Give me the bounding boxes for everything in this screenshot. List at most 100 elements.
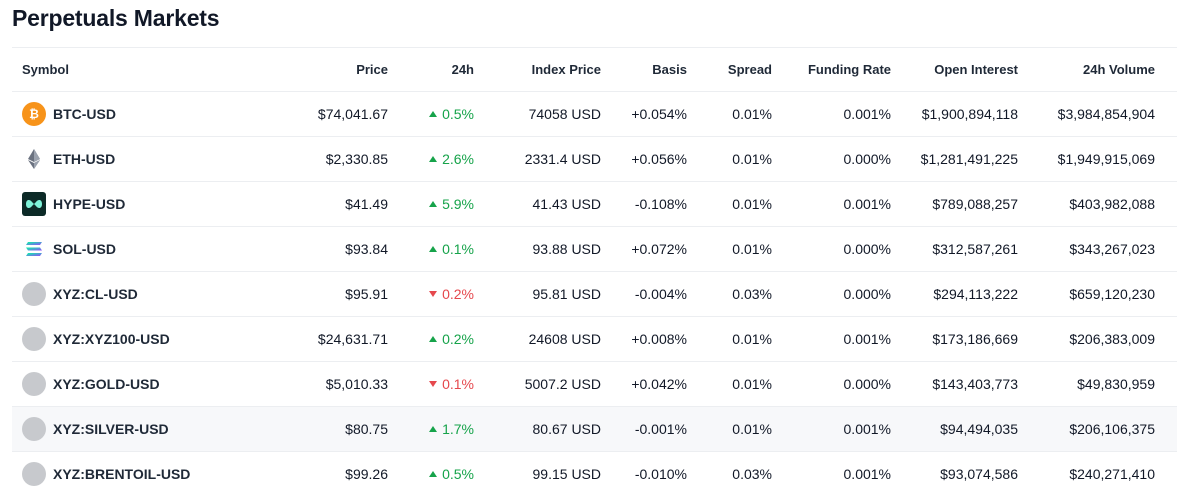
triangle-up-icon	[429, 336, 438, 342]
table-row[interactable]: XYZ:XYZ100-USD $24,631.71 0.2% 24608 USD +0.…	[12, 317, 1177, 362]
column-header-open-interest[interactable]: Open Interest	[891, 62, 1018, 77]
table-row[interactable]: XYZ:CL-USD $95.91 0.2% 95.81 USD -0.004% 0.03…	[12, 272, 1177, 317]
index-price-cell: 93.88 USD	[532, 241, 601, 257]
change-value: 1.7%	[442, 421, 474, 437]
placeholder-coin-icon	[22, 417, 46, 441]
index-price-cell: 5007.2 USD	[524, 376, 601, 392]
symbol-cell[interactable]: SOL-USD	[12, 237, 202, 261]
basis-cell: +0.054%	[631, 106, 687, 122]
placeholder-coin-icon	[22, 372, 46, 396]
change-cell: 0.1%	[388, 241, 474, 257]
triangle-down-icon	[429, 291, 438, 297]
table-row[interactable]: SOL-USD $93.84 0.1% 93.88 USD +0.072% 0.01% 0.…	[12, 227, 1177, 272]
column-header-funding-rate[interactable]: Funding Rate	[772, 62, 891, 77]
symbol-cell[interactable]: XYZ:XYZ100-USD	[12, 327, 202, 351]
funding-rate-cell: 0.001%	[843, 331, 891, 347]
funding-rate-cell: 0.000%	[843, 286, 891, 302]
spread-cell: 0.01%	[732, 151, 772, 167]
column-header-basis[interactable]: Basis	[601, 62, 687, 77]
symbol-cell[interactable]: ETH-USD	[12, 147, 202, 171]
price-cell: $93.84	[345, 241, 388, 257]
spread-cell: 0.03%	[732, 286, 772, 302]
open-interest-cell: $173,186,669	[932, 331, 1018, 347]
placeholder-coin-icon	[22, 462, 46, 486]
funding-rate-cell: 0.000%	[843, 376, 891, 392]
spread-cell: 0.01%	[732, 331, 772, 347]
volume-cell: $240,271,410	[1069, 466, 1155, 482]
price-cell: $80.75	[345, 421, 388, 437]
funding-rate-cell: 0.001%	[843, 106, 891, 122]
hyperliquid-icon	[22, 192, 46, 216]
symbol-label: HYPE-USD	[53, 196, 126, 212]
page-title: Perpetuals Markets	[12, 5, 220, 31]
change-cell: 0.2%	[388, 331, 474, 347]
funding-rate-cell: 0.000%	[843, 151, 891, 167]
column-header-spread[interactable]: Spread	[687, 62, 772, 77]
column-header-24h[interactable]: 24h	[388, 62, 474, 77]
symbol-cell[interactable]: XYZ:CL-USD	[12, 282, 202, 306]
volume-cell: $1,949,915,069	[1057, 151, 1155, 167]
triangle-up-icon	[429, 471, 438, 477]
index-price-cell: 99.15 USD	[532, 466, 601, 482]
funding-rate-cell: 0.001%	[843, 196, 891, 212]
triangle-up-icon	[429, 246, 438, 252]
change-cell: 0.1%	[388, 376, 474, 392]
symbol-label: XYZ:SILVER-USD	[53, 421, 169, 437]
table-row[interactable]: ₿ BTC-USD $74,041.67 0.5% 74058 USD +0.054% 0.…	[12, 92, 1177, 137]
spread-cell: 0.01%	[732, 106, 772, 122]
spread-cell: 0.01%	[732, 196, 772, 212]
open-interest-cell: $789,088,257	[932, 196, 1018, 212]
table-row[interactable]: XYZ:BRENTOIL-USD $99.26 0.5% 99.15 USD -0.01…	[12, 452, 1177, 493]
change-value: 0.2%	[442, 286, 474, 302]
triangle-up-icon	[429, 111, 438, 117]
bitcoin-icon: ₿	[22, 102, 46, 126]
symbol-cell[interactable]: XYZ:BRENTOIL-USD	[12, 462, 202, 486]
markets-table: Symbol Price 24h Index Price Basis Sprea…	[12, 47, 1177, 493]
placeholder-coin-icon	[22, 282, 46, 306]
symbol-label: SOL-USD	[53, 241, 116, 257]
ethereum-icon	[22, 147, 46, 171]
volume-cell: $659,120,230	[1069, 286, 1155, 302]
table-row[interactable]: XYZ:GOLD-USD $5,010.33 0.1% 5007.2 USD +0.04…	[12, 362, 1177, 407]
symbol-cell[interactable]: XYZ:SILVER-USD	[12, 417, 202, 441]
symbol-label: XYZ:CL-USD	[53, 286, 138, 302]
open-interest-cell: $1,281,491,225	[920, 151, 1018, 167]
volume-cell: $206,383,009	[1069, 331, 1155, 347]
symbol-label: XYZ:GOLD-USD	[53, 376, 160, 392]
column-header-price[interactable]: Price	[202, 62, 388, 77]
table-row[interactable]: HYPE-USD $41.49 5.9% 41.43 USD -0.108% 0.01% 0…	[12, 182, 1177, 227]
index-price-cell: 74058 USD	[528, 106, 601, 122]
volume-cell: $3,984,854,904	[1057, 106, 1155, 122]
basis-cell: -0.010%	[634, 466, 687, 482]
column-header-index-price[interactable]: Index Price	[474, 62, 601, 77]
symbol-cell[interactable]: HYPE-USD	[12, 192, 202, 216]
placeholder-coin-icon	[22, 327, 46, 351]
svg-text:₿: ₿	[29, 107, 39, 121]
change-cell: 0.5%	[388, 106, 474, 122]
index-price-cell: 80.67 USD	[532, 421, 601, 437]
funding-rate-cell: 0.001%	[843, 421, 891, 437]
table-row[interactable]: XYZ:SILVER-USD $80.75 1.7% 80.67 USD -0.001%…	[12, 407, 1177, 452]
change-cell: 2.6%	[388, 151, 474, 167]
spread-cell: 0.01%	[732, 241, 772, 257]
column-header-24h-volume[interactable]: 24h Volume	[1018, 62, 1155, 77]
basis-cell: -0.004%	[634, 286, 687, 302]
symbol-label: ETH-USD	[53, 151, 116, 167]
index-price-cell: 24608 USD	[528, 331, 601, 347]
price-cell: $41.49	[345, 196, 388, 212]
change-value: 0.2%	[442, 331, 474, 347]
price-cell: $95.91	[345, 286, 388, 302]
basis-cell: -0.108%	[634, 196, 687, 212]
basis-cell: +0.042%	[631, 376, 687, 392]
symbol-cell[interactable]: ₿ BTC-USD	[12, 102, 202, 126]
change-cell: 0.2%	[388, 286, 474, 302]
column-header-symbol[interactable]: Symbol	[12, 62, 202, 77]
change-cell: 0.5%	[388, 466, 474, 482]
symbol-cell[interactable]: XYZ:GOLD-USD	[12, 372, 202, 396]
symbol-label: BTC-USD	[53, 106, 116, 122]
basis-cell: +0.072%	[631, 241, 687, 257]
change-value: 0.5%	[442, 106, 474, 122]
triangle-up-icon	[429, 201, 438, 207]
index-price-cell: 41.43 USD	[532, 196, 601, 212]
table-row[interactable]: ETH-USD $2,330.85 2.6% 2331.4 USD +0.056% 0.0…	[12, 137, 1177, 182]
